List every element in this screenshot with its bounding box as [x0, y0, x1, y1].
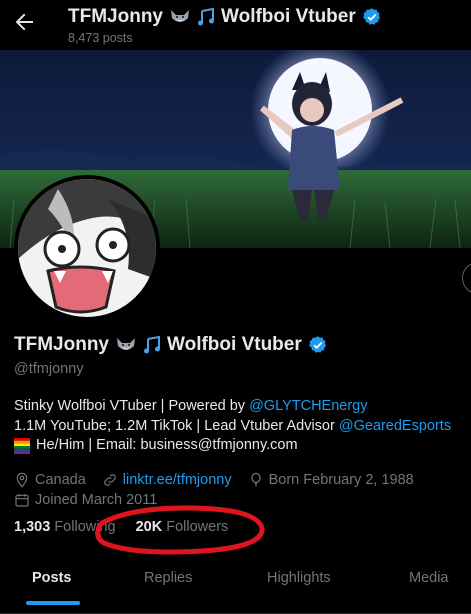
profile-handle: @tfmjonny: [14, 361, 84, 377]
profile-display-suffix: Wolfboi Vtuber: [167, 334, 302, 355]
profile-bio: Stinky Wolfboi VTuber | Powered by @GLYT…: [14, 397, 451, 456]
header-title-text: TFMJonny: [68, 6, 163, 27]
profile-meta: Canada linktr.ee/tfmjonny Born February …: [14, 470, 424, 510]
website-item[interactable]: linktr.ee/tfmjonny: [102, 470, 232, 490]
bio-line-1-text: Stinky Wolfboi VTuber | Powered by: [14, 398, 250, 414]
following-count: 1,303: [14, 519, 51, 535]
bio-line-2-text: 1.1M YouTube; 1.2M TikTok | Lead Vtuber …: [14, 417, 339, 434]
following-stat[interactable]: 1,303 Following: [14, 519, 120, 535]
profile-display-name: TFMJonny: [14, 334, 109, 355]
bio-link-glytch[interactable]: @GLYTCHEnergy: [249, 398, 367, 414]
joined-text: Joined March 2011: [35, 492, 158, 508]
bio-link-geared[interactable]: @GearedEsports: [339, 418, 451, 434]
followers-label: Followers: [166, 519, 229, 535]
balloon-icon: [251, 472, 261, 487]
tab-media[interactable]: Media: [409, 570, 449, 586]
followers-stat[interactable]: 20K Followers: [136, 519, 229, 535]
profile-action-button[interactable]: [462, 262, 471, 294]
wolf-emoji-icon: [117, 338, 135, 350]
verified-badge-icon[interactable]: [362, 7, 382, 27]
profile-tabs: Posts Replies Highlights Media: [0, 555, 471, 614]
avatar-image: [18, 179, 156, 317]
profile-avatar[interactable]: [14, 175, 160, 321]
profile-stats: 1,303 Following 20K Followers: [14, 519, 228, 535]
location-item: Canada: [14, 470, 86, 490]
tab-posts[interactable]: Posts: [32, 570, 72, 586]
following-label: Following: [54, 519, 116, 535]
followers-count: 20K: [135, 519, 163, 535]
bio-line-3-text: He/Him | Email: business@tfmjonny.com: [36, 437, 298, 453]
header-title: TFMJonny Wolfboi Vtuber: [68, 6, 382, 28]
rainbow-flag-icon: [14, 437, 30, 454]
posts-count: 8,473 posts: [68, 31, 133, 45]
verified-badge-icon[interactable]: [308, 335, 328, 355]
active-tab-indicator: [26, 601, 80, 605]
top-bar: TFMJonny Wolfboi Vtuber 8,473 posts: [0, 0, 471, 50]
location-pin-icon: [16, 472, 28, 488]
calendar-icon: [15, 494, 29, 507]
tab-highlights[interactable]: Highlights: [267, 570, 331, 586]
tab-replies[interactable]: Replies: [144, 570, 192, 586]
wolf-emoji-icon: [171, 10, 189, 22]
profile-name: TFMJonny Wolfboi Vtuber: [14, 334, 328, 356]
music-notes-icon: [144, 336, 160, 354]
website-link[interactable]: linktr.ee/tfmjonny: [123, 470, 232, 490]
bio-line-1: Stinky Wolfboi VTuber | Powered by @GLYT…: [14, 397, 451, 417]
music-notes-icon: [198, 8, 214, 26]
bio-line-2: 1.1M YouTube; 1.2M TikTok | Lead Vtuber …: [14, 417, 451, 437]
joined-item: Joined March 2011: [14, 490, 157, 510]
birthday-item: Born February 2, 1988: [248, 470, 414, 490]
back-arrow-icon[interactable]: [12, 10, 36, 34]
location-text: Canada: [35, 472, 86, 488]
link-icon: [103, 474, 116, 486]
bio-line-3: He/Him | Email: business@tfmjonny.com: [14, 436, 451, 456]
birthday-text: Born February 2, 1988: [268, 472, 414, 488]
header-title-suffix: Wolfboi Vtuber: [221, 6, 356, 27]
